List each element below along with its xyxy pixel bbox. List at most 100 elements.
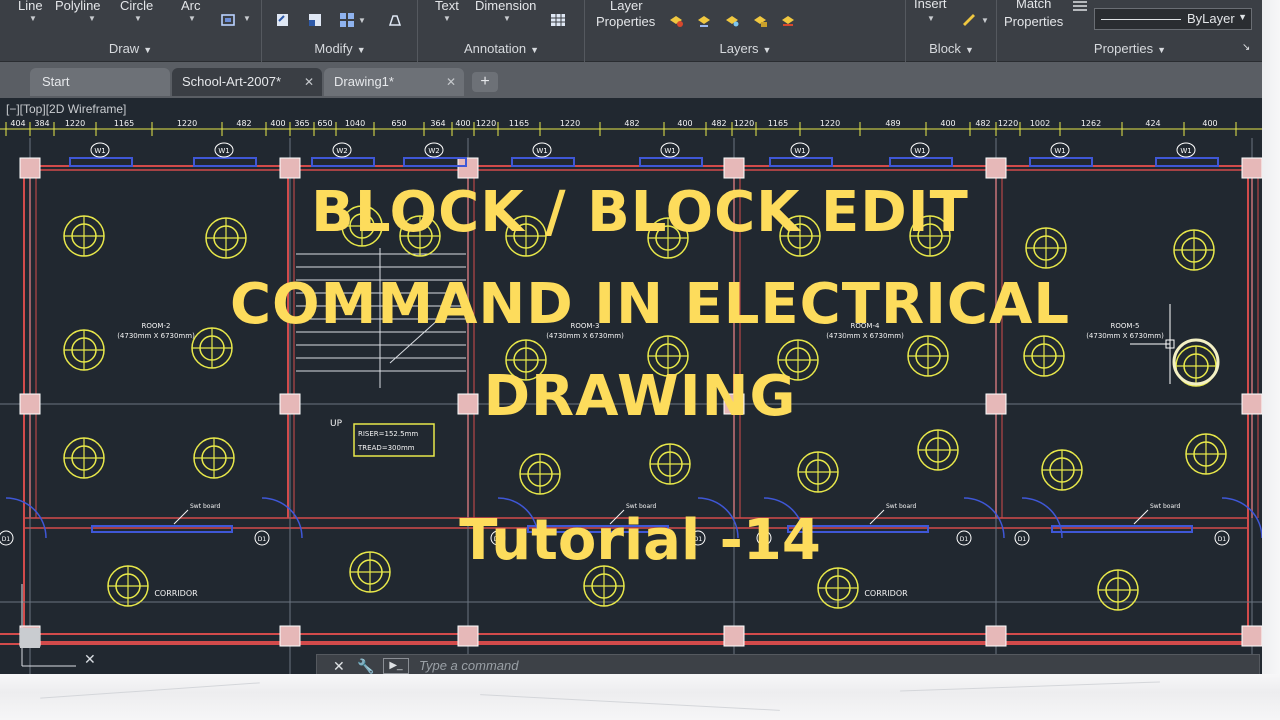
- dimension-label: 1220: [560, 119, 580, 128]
- dimension-label: 424: [1145, 119, 1160, 128]
- close-icon[interactable]: ✕: [333, 658, 345, 675]
- modify-panel: ▼ Modify ▼: [263, 0, 418, 62]
- file-tab-bar: Start School-Art-2007* ✕ Drawing1* ✕ +: [0, 62, 1262, 98]
- window: [1029, 157, 1093, 167]
- stretch-icon[interactable]: [275, 12, 291, 28]
- block-edit-caret-icon[interactable]: ▼: [981, 16, 989, 25]
- title-line-1: BLOCK / BLOCK EDIT: [311, 180, 969, 245]
- title-line-3: DRAWING: [483, 364, 797, 429]
- tab-start[interactable]: Start: [30, 68, 170, 96]
- layer-lock-icon[interactable]: [752, 12, 768, 28]
- layer-match-icon[interactable]: [780, 12, 796, 28]
- dimension-label: 400: [677, 119, 692, 128]
- window-tag: W2: [336, 147, 347, 155]
- dimension-label: 1220: [998, 119, 1018, 128]
- layer-properties-button-line2[interactable]: Properties: [596, 14, 655, 29]
- command-history-icon[interactable]: ▶_: [383, 658, 409, 674]
- column: [723, 625, 745, 647]
- dimension-label: 404: [10, 119, 25, 128]
- window-tag: W1: [1054, 147, 1065, 155]
- window-tag: W1: [536, 147, 547, 155]
- tab-school-art-2007[interactable]: School-Art-2007* ✕: [172, 68, 322, 96]
- layer-isolate-icon[interactable]: [696, 12, 712, 28]
- wrench-icon[interactable]: 🔧: [357, 658, 374, 675]
- table-icon[interactable]: [550, 12, 566, 28]
- column: [279, 625, 301, 647]
- scale-icon[interactable]: [307, 12, 323, 28]
- bylayer-value: ByLayer: [1187, 11, 1235, 26]
- new-tab-button[interactable]: +: [472, 72, 498, 92]
- polyline-caret-icon[interactable]: ▼: [88, 14, 96, 23]
- insert-button[interactable]: Insert: [914, 0, 947, 11]
- dimension-label: 482: [624, 119, 639, 128]
- window-tag: W1: [94, 147, 105, 155]
- tab-drawing1[interactable]: Drawing1* ✕: [324, 68, 464, 96]
- lineweight-icon[interactable]: [1072, 0, 1088, 14]
- rectangle-caret-icon[interactable]: ▼: [243, 14, 251, 23]
- stair-note: RISER=152.5mm: [358, 430, 418, 438]
- properties-panel-title[interactable]: Properties ▼: [998, 38, 1262, 60]
- modify-panel-title[interactable]: Modify ▼: [263, 38, 417, 60]
- marble-vein: [900, 681, 1160, 692]
- window: [403, 157, 467, 167]
- block-panel: Insert ▼ ▼ Block ▼: [907, 0, 997, 62]
- dimension-label: 384: [34, 119, 49, 128]
- close-icon[interactable]: ✕: [446, 68, 456, 96]
- text-caret-icon[interactable]: ▼: [443, 14, 451, 23]
- window-tag: W1: [914, 147, 925, 155]
- dimension-button[interactable]: Dimension: [475, 0, 536, 13]
- title-line-2: COMMAND IN ELECTRICAL: [229, 272, 1071, 337]
- dimension-label: 400: [1202, 119, 1217, 128]
- layer-off-icon[interactable]: [668, 12, 684, 28]
- window: [69, 157, 133, 167]
- ucs-x-icon: ✕: [84, 652, 96, 668]
- arc-caret-icon[interactable]: ▼: [188, 14, 196, 23]
- layers-panel-title[interactable]: Layers ▼: [586, 38, 905, 60]
- dimension-label: 650: [391, 119, 406, 128]
- rectangle-icon[interactable]: [220, 12, 236, 28]
- dimension-label: 482: [236, 119, 251, 128]
- lineweight-dropdown[interactable]: ByLayer ▼: [1094, 8, 1252, 30]
- close-icon[interactable]: ✕: [304, 68, 314, 96]
- dimension-label: 1220: [820, 119, 840, 128]
- dimension-label: 1002: [1030, 119, 1050, 128]
- chevron-down-icon: ▼: [1238, 12, 1247, 22]
- tab-drawing1-label: Drawing1*: [334, 74, 394, 89]
- array-caret-icon[interactable]: ▼: [358, 16, 366, 25]
- draw-panel-title[interactable]: Draw ▼: [0, 38, 261, 60]
- column: [279, 157, 301, 179]
- array-icon[interactable]: [339, 12, 355, 28]
- layer-properties-button[interactable]: Layer: [610, 0, 643, 13]
- block-edit-icon[interactable]: [961, 12, 977, 28]
- erase-icon[interactable]: [387, 12, 403, 28]
- block-panel-title[interactable]: Block ▼: [907, 38, 996, 60]
- arc-button[interactable]: Arc: [181, 0, 201, 13]
- line-caret-icon[interactable]: ▼: [29, 14, 37, 23]
- dimension-caret-icon[interactable]: ▼: [503, 14, 511, 23]
- match-properties-button[interactable]: Match: [1016, 0, 1051, 11]
- insert-caret-icon[interactable]: ▼: [927, 14, 935, 23]
- dimension-label: 1220: [734, 119, 754, 128]
- command-input[interactable]: Type a command: [419, 658, 518, 673]
- viewport-controls[interactable]: [−][Top][2D Wireframe]: [6, 102, 126, 116]
- dimension-label: 1220: [476, 119, 496, 128]
- layers-panel: Layer Properties Layers ▼: [586, 0, 906, 62]
- marble-vein: [480, 694, 780, 711]
- column: [985, 625, 1007, 647]
- dimension-label: 1220: [177, 119, 197, 128]
- dimension-label: 1165: [509, 119, 529, 128]
- line-button[interactable]: Line: [18, 0, 43, 13]
- dimension-label: 1165: [114, 119, 134, 128]
- text-button[interactable]: Text: [435, 0, 459, 13]
- circle-button[interactable]: Circle: [120, 0, 153, 13]
- window-tag: W1: [664, 147, 675, 155]
- annotation-panel-title[interactable]: Annotation ▼: [419, 38, 584, 60]
- polyline-button[interactable]: Polyline: [55, 0, 101, 13]
- column: [723, 157, 745, 179]
- window: [639, 157, 703, 167]
- dialog-launcher-icon[interactable]: ↘: [1242, 42, 1250, 53]
- circle-caret-icon[interactable]: ▼: [134, 14, 142, 23]
- layer-freeze-icon[interactable]: [724, 12, 740, 28]
- bylayer-line-sample: [1101, 19, 1181, 20]
- match-properties-button-line2[interactable]: Properties: [1004, 14, 1063, 29]
